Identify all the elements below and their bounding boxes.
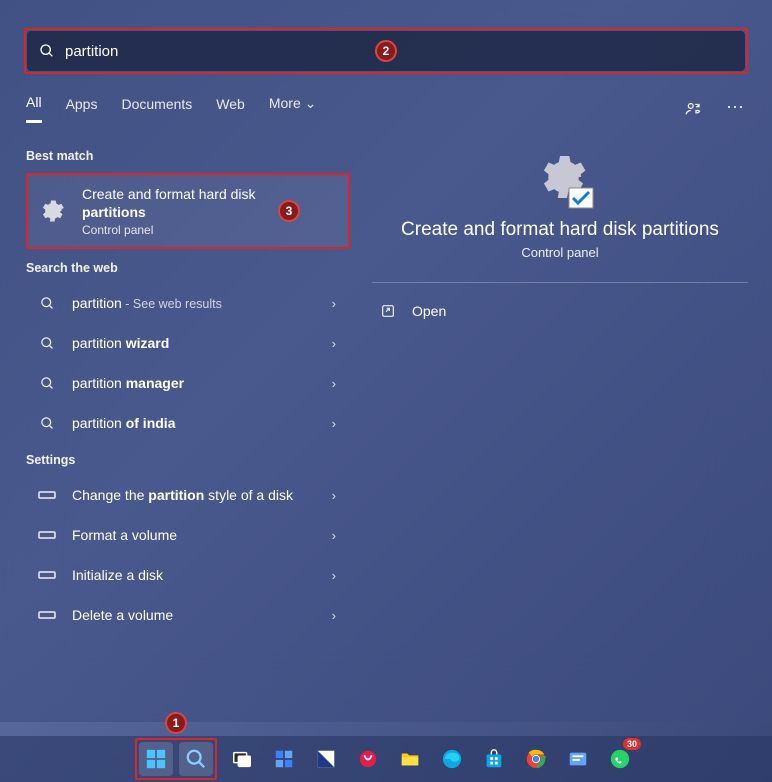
- open-label: Open: [412, 303, 446, 319]
- filter-tabs: All Apps Documents Web More ⌄ ⋯: [0, 82, 772, 123]
- tab-all[interactable]: All: [26, 94, 42, 123]
- divider: [372, 282, 748, 283]
- settings-result[interactable]: Change the partition style of a disk ›: [26, 477, 350, 513]
- open-action[interactable]: Open: [372, 293, 748, 329]
- section-web: Search the web: [26, 261, 360, 275]
- search-icon: [40, 296, 55, 311]
- taskview-button[interactable]: [225, 742, 259, 776]
- taskbar: 1 30: [0, 736, 772, 782]
- best-match-title-line2: partitions: [82, 203, 256, 221]
- preview-pane: Create and format hard disk partitions C…: [360, 135, 772, 722]
- app-icon: [315, 748, 337, 770]
- more-options-icon[interactable]: ⋯: [726, 98, 746, 116]
- results-column: Best match 3 Create and format hard disk…: [0, 135, 360, 722]
- tab-apps[interactable]: Apps: [66, 96, 98, 122]
- best-match-subtitle: Control panel: [82, 223, 256, 237]
- notification-badge: 30: [623, 738, 641, 750]
- chevron-right-icon: ›: [332, 296, 336, 311]
- taskview-icon: [231, 748, 253, 770]
- widgets-icon: [273, 748, 295, 770]
- gear-icon: [34, 194, 68, 228]
- folder-icon: [399, 748, 421, 770]
- web-result[interactable]: partition of india ›: [26, 405, 350, 441]
- chevron-right-icon: ›: [332, 528, 336, 543]
- whatsapp-icon: [609, 748, 631, 770]
- app-icon: [567, 748, 589, 770]
- chrome-icon: [525, 748, 547, 770]
- chevron-right-icon: ›: [332, 608, 336, 623]
- app-icon: [357, 748, 379, 770]
- taskbar-app[interactable]: [561, 742, 595, 776]
- disk-icon: [38, 569, 56, 581]
- settings-result[interactable]: Initialize a disk ›: [26, 557, 350, 593]
- search-button[interactable]: [179, 742, 213, 776]
- best-match-result[interactable]: 3 Create and format hard disk partitions…: [26, 173, 350, 249]
- edge-icon: [441, 748, 463, 770]
- search-bar-highlight: 2: [24, 28, 748, 74]
- store-icon: [483, 748, 505, 770]
- chevron-right-icon: ›: [332, 336, 336, 351]
- taskbar-app[interactable]: [309, 742, 343, 776]
- chrome-button[interactable]: [519, 742, 553, 776]
- annotation-badge-1: 1: [165, 712, 187, 734]
- search-icon: [40, 336, 55, 351]
- search-icon: [39, 43, 55, 59]
- search-input[interactable]: [65, 43, 733, 60]
- taskbar-app[interactable]: [351, 742, 385, 776]
- best-match-title-line1: Create and format hard disk: [82, 185, 256, 203]
- tab-web[interactable]: Web: [216, 96, 245, 122]
- disk-icon: [38, 609, 56, 621]
- search-icon: [40, 416, 55, 431]
- tab-documents[interactable]: Documents: [121, 96, 192, 122]
- chevron-right-icon: ›: [332, 416, 336, 431]
- edge-button[interactable]: [435, 742, 469, 776]
- disk-icon: [38, 529, 56, 541]
- start-button[interactable]: [139, 742, 173, 776]
- widgets-button[interactable]: [267, 742, 301, 776]
- section-best-match: Best match: [26, 149, 360, 163]
- search-icon: [185, 748, 207, 770]
- gear-check-icon: [532, 149, 588, 205]
- start-search-panel: 2 All Apps Documents Web More ⌄ ⋯ Best m…: [0, 0, 772, 722]
- file-explorer-button[interactable]: [393, 742, 427, 776]
- preview-subtitle: Control panel: [521, 245, 598, 260]
- store-button[interactable]: [477, 742, 511, 776]
- annotation-badge-3: 3: [278, 200, 300, 222]
- web-result[interactable]: partition manager ›: [26, 365, 350, 401]
- web-result[interactable]: partition - See web results ›: [26, 285, 350, 321]
- disk-icon: [38, 489, 56, 501]
- account-sync-icon[interactable]: [684, 100, 702, 118]
- chevron-right-icon: ›: [332, 376, 336, 391]
- windows-icon: [145, 748, 167, 770]
- whatsapp-button[interactable]: 30: [603, 742, 637, 776]
- annotation-badge-2: 2: [375, 40, 397, 62]
- chevron-right-icon: ›: [332, 568, 336, 583]
- tab-more[interactable]: More ⌄: [269, 95, 317, 122]
- settings-result[interactable]: Delete a volume ›: [26, 597, 350, 633]
- settings-result[interactable]: Format a volume ›: [26, 517, 350, 553]
- chevron-down-icon: ⌄: [305, 95, 317, 111]
- chevron-right-icon: ›: [332, 488, 336, 503]
- search-icon: [40, 376, 55, 391]
- taskbar-highlight: 1: [135, 738, 217, 780]
- preview-title: Create and format hard disk partitions: [401, 219, 719, 241]
- web-result[interactable]: partition wizard ›: [26, 325, 350, 361]
- open-icon: [380, 303, 396, 319]
- section-settings: Settings: [26, 453, 360, 467]
